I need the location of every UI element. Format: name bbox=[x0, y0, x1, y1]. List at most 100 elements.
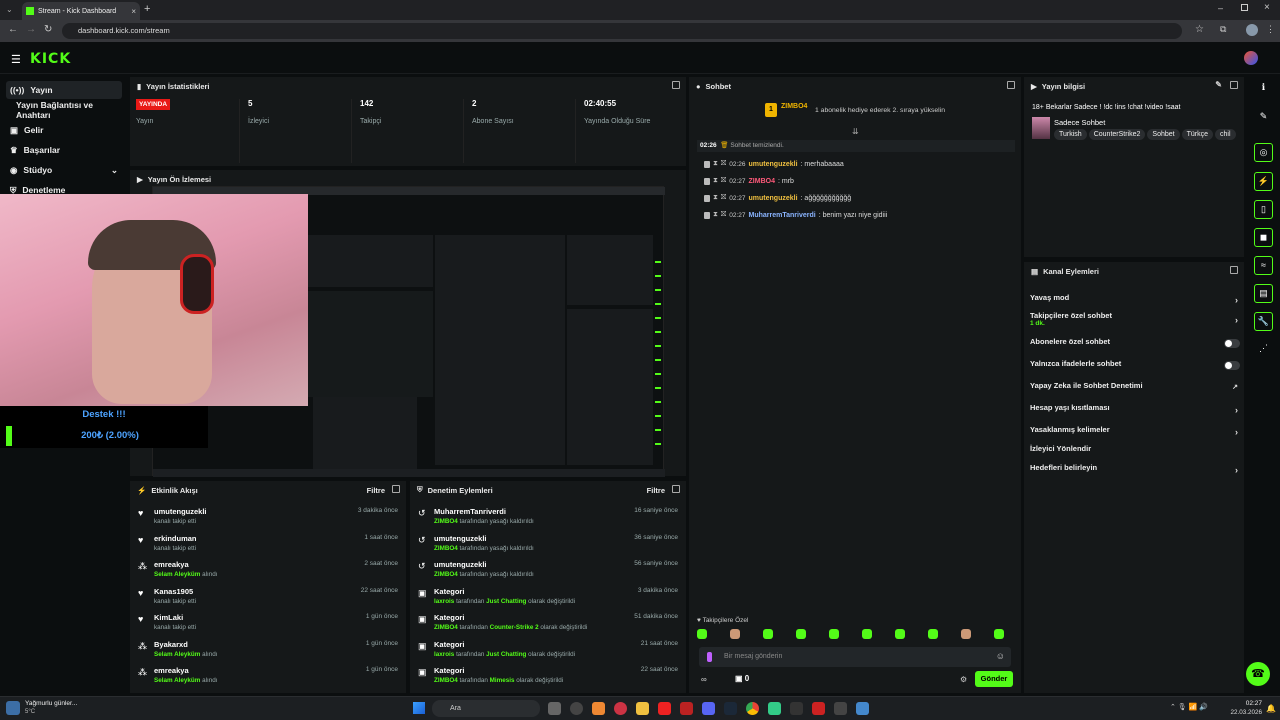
wrench-icon[interactable]: 🔧 bbox=[1254, 312, 1273, 331]
chat-input[interactable]: Bir mesaj gönderin ☺ bbox=[699, 647, 1011, 667]
clock-time[interactable]: 02:27 bbox=[1228, 700, 1262, 707]
expand-icon[interactable] bbox=[672, 485, 680, 493]
expand-icon[interactable] bbox=[1007, 81, 1015, 89]
back-icon[interactable]: ← bbox=[8, 24, 18, 35]
app-icon[interactable] bbox=[834, 702, 847, 715]
moderation-row[interactable]: ↺ umutenguzekli ZIMBO4 tarafından yasağı k… bbox=[410, 532, 686, 558]
activity-row[interactable]: ♥ umutenguzekli kanalı takip etti 3 dakika … bbox=[130, 505, 406, 531]
lightning-icon[interactable]: ⚡ bbox=[1254, 172, 1273, 191]
timeout-icon[interactable]: ⧗ bbox=[713, 211, 718, 219]
chat-username[interactable]: umutenguzekli bbox=[749, 195, 798, 202]
slow-mode-row[interactable]: Yavaş mod › bbox=[1030, 293, 1240, 309]
moderation-target[interactable]: umutenguzekli bbox=[434, 534, 487, 543]
tag[interactable]: Sohbet bbox=[1147, 129, 1180, 140]
pencil-icon[interactable]: ✎ bbox=[1254, 108, 1273, 127]
send-button[interactable]: Gönder bbox=[975, 671, 1013, 687]
moderation-row[interactable]: ▣ Kategori laxrois tarafından Just Chattin… bbox=[410, 638, 686, 664]
emote-icon[interactable] bbox=[730, 629, 740, 639]
user-avatar[interactable] bbox=[1244, 51, 1258, 65]
tag[interactable]: Turkish bbox=[1054, 129, 1087, 140]
steam-icon[interactable] bbox=[724, 702, 737, 715]
taskbar-search[interactable]: Ara bbox=[432, 700, 540, 717]
edit-icon[interactable]: ✎ bbox=[1215, 80, 1222, 89]
expand-icon[interactable] bbox=[1230, 81, 1238, 89]
app-icon[interactable] bbox=[570, 702, 583, 715]
activity-row[interactable]: ⁂ emreakya Selam Aleyküm alındı 1 gün önce bbox=[130, 664, 406, 690]
chat-message[interactable]: ⧗ ⛝ 02:27 umutenguzekli: ağğğğğğğğğğğ bbox=[704, 192, 851, 204]
tab-menu-icon[interactable]: ⌄ bbox=[6, 5, 13, 14]
tag[interactable]: Türkçe bbox=[1181, 129, 1213, 140]
activity-row[interactable]: ♥ Kanas1905 kanalı takip etti 22 saat önce bbox=[130, 585, 406, 611]
activity-user[interactable]: emreakya bbox=[154, 560, 189, 569]
banned-words-row[interactable]: Yasaklanmış kelimeler › bbox=[1030, 425, 1240, 441]
profile-avatar[interactable] bbox=[1246, 24, 1258, 36]
activity-user[interactable]: Kanas1905 bbox=[154, 587, 193, 596]
activity-user[interactable]: erkinduman bbox=[154, 534, 197, 543]
filter-button[interactable]: Filtre bbox=[367, 486, 385, 495]
layout-icon[interactable]: ▤ bbox=[1254, 284, 1273, 303]
windows-start-icon[interactable] bbox=[413, 702, 425, 714]
emote-icon[interactable] bbox=[994, 629, 1004, 639]
chrome-icon[interactable] bbox=[746, 702, 759, 715]
delete-icon[interactable] bbox=[704, 194, 710, 202]
moderation-row[interactable]: ▣ Kategori laxrois tarafından Just Chattin… bbox=[410, 585, 686, 611]
chat-username[interactable]: MuharremTanriverdi bbox=[749, 212, 816, 219]
file-explorer-icon[interactable] bbox=[636, 702, 649, 715]
moderation-target[interactable]: MuharremTanriverdi bbox=[434, 507, 506, 516]
hamburger-menu-icon[interactable]: ☰ bbox=[11, 53, 21, 66]
ai-mod-row[interactable]: Yapay Zeka ile Sohbet Denetimi ↗ bbox=[1030, 381, 1240, 397]
sidebar-item-basarilar[interactable]: ♛ Başarılar bbox=[6, 141, 122, 159]
timeout-icon[interactable]: ⧗ bbox=[713, 194, 718, 202]
chat-message[interactable]: ⧗ ⛝ 02:26 umutenguzekli: merhabaaaa bbox=[704, 158, 844, 170]
activity-user[interactable]: KimLaki bbox=[154, 613, 183, 622]
expand-icon[interactable] bbox=[672, 81, 680, 89]
expand-icon[interactable] bbox=[392, 485, 400, 493]
emote-icon[interactable] bbox=[829, 629, 839, 639]
youtube-icon[interactable] bbox=[658, 702, 671, 715]
emoji-icon[interactable]: ☺ bbox=[996, 651, 1005, 661]
kick-logo[interactable]: KICK bbox=[30, 51, 71, 67]
moderation-target[interactable]: Kategori bbox=[434, 640, 464, 649]
emote-icon[interactable] bbox=[862, 629, 872, 639]
moderation-target[interactable]: umutenguzekli bbox=[434, 560, 487, 569]
activity-row[interactable]: ♥ KimLaki kanalı takip etti 1 gün önce bbox=[130, 611, 406, 637]
ban-icon[interactable]: ⛝ bbox=[721, 211, 726, 219]
app-icon[interactable] bbox=[856, 702, 869, 715]
trash-icon[interactable]: ▯ bbox=[1254, 200, 1273, 219]
reload-icon[interactable]: ↻ bbox=[44, 24, 52, 35]
notifications-icon[interactable]: 🔔 bbox=[1266, 704, 1276, 713]
clock-date[interactable]: 22.03.2026 bbox=[1216, 709, 1262, 716]
sidebar-item-yayin[interactable]: ((•)) Yayın bbox=[6, 81, 122, 99]
pinned-user[interactable]: ZIMBO4 bbox=[781, 103, 807, 110]
weather-icon[interactable] bbox=[6, 701, 20, 715]
ban-icon[interactable]: ⛝ bbox=[721, 194, 726, 202]
emote-chat-row[interactable]: Yalnızca ifadelerle sohbet bbox=[1030, 359, 1240, 375]
tray-icons[interactable]: ⌃ 🎙 📶 🔊 bbox=[1170, 703, 1208, 711]
discord-icon[interactable] bbox=[702, 702, 715, 715]
goals-row[interactable]: Hedefleri belirleyin › bbox=[1030, 463, 1240, 479]
emote-icon[interactable] bbox=[796, 629, 806, 639]
chat-message[interactable]: ⧗ ⛝ 02:27 ZIMBO4: mrb bbox=[704, 175, 794, 187]
support-chat-button[interactable]: ☎ bbox=[1246, 662, 1270, 686]
activity-row[interactable]: ⁂ Byakarxd Selam Aleyküm alındı 1 gün önce bbox=[130, 638, 406, 664]
delete-icon[interactable] bbox=[704, 160, 710, 168]
moderation-row[interactable]: ▣ Kategori ZIMBO4 tarafından Counter-Strik… bbox=[410, 611, 686, 637]
tag[interactable]: CounterStrike2 bbox=[1088, 129, 1146, 140]
sidebar-item-studyo[interactable]: ◉ Stüdyo ⌄ bbox=[6, 161, 122, 179]
chat-message[interactable]: ⧗ ⛝ 02:27 MuharremTanriverdi: benim yazı ni… bbox=[704, 209, 887, 221]
ban-icon[interactable]: ⛝ bbox=[721, 160, 726, 168]
app-icon[interactable] bbox=[768, 702, 781, 715]
bookmark-star-icon[interactable]: ☆ bbox=[1195, 24, 1204, 35]
activity-user[interactable]: umutenguzekli bbox=[154, 507, 207, 516]
browser-menu-icon[interactable]: ⋮ bbox=[1266, 24, 1275, 35]
chat-bubble-icon[interactable]: ◼ bbox=[1254, 228, 1273, 247]
tag[interactable]: chil bbox=[1215, 129, 1236, 140]
color-picker-icon[interactable] bbox=[707, 652, 712, 662]
chat-username[interactable]: umutenguzekli bbox=[749, 161, 798, 168]
app-icon[interactable] bbox=[812, 702, 825, 715]
expand-icon[interactable] bbox=[1230, 266, 1238, 274]
extensions-icon[interactable]: ⧉ bbox=[1220, 24, 1226, 35]
tab-close-icon[interactable]: × bbox=[131, 7, 136, 16]
sidebar-item-gelir[interactable]: ▣ Gelir bbox=[6, 121, 122, 139]
pings-icon[interactable]: ∞ bbox=[701, 675, 707, 684]
